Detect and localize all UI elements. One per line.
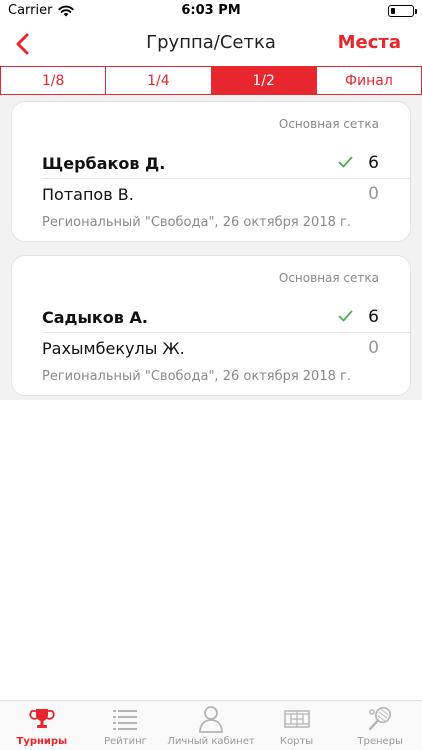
segment-final[interactable]: Финал (316, 67, 421, 94)
navigation-bar: Группа/Сетка Места (0, 22, 422, 66)
player-name: Щербаков Д. (42, 153, 166, 173)
tab-label: Тренеры (357, 736, 403, 747)
status-time: 6:03 PM (181, 3, 241, 18)
tab-coaches[interactable]: Тренеры (338, 701, 422, 750)
court-icon (283, 710, 310, 728)
winner-check-icon (338, 156, 353, 168)
segment-quarterfinal[interactable]: 1/4 (106, 67, 212, 94)
tab-personal-account[interactable]: Личный кабинет (167, 701, 255, 750)
player-score: 0 (368, 184, 379, 204)
places-button[interactable]: Места (338, 32, 401, 53)
tab-rating[interactable]: Рейтинг (84, 701, 168, 750)
status-bar: Carrier 6:03 PM (0, 0, 422, 22)
battery-level (391, 8, 395, 14)
tab-label: Корты (279, 736, 314, 747)
player-score: 6 (368, 153, 379, 173)
round-segmented-control: 1/8 1/4 1/2 Финал (0, 66, 422, 95)
matches-list: Основная сетка Щербаков Д. 6 Потапов В. … (0, 95, 422, 400)
tab-label: Турниры (16, 736, 68, 747)
player-name: Рахымбекулы Ж. (42, 338, 185, 358)
match-card[interactable]: Основная сетка Садыков А. 6 Рахымбекулы … (11, 255, 411, 396)
player-name: Потапов В. (42, 184, 134, 204)
tab-label: Личный кабинет (167, 736, 255, 747)
tab-tournaments[interactable]: Турниры (0, 701, 84, 750)
segment-semifinal[interactable]: 1/2 (211, 67, 317, 94)
bracket-type-label: Основная сетка (278, 117, 379, 131)
player-score: 6 (368, 307, 379, 327)
tab-courts[interactable]: Корты (255, 701, 339, 750)
player-row: Потапов В. 0 (42, 179, 379, 209)
list-icon (113, 710, 138, 730)
player-row: Садыков А. 6 (42, 302, 379, 332)
event-info: Региональный "Свобода", 26 октября 2018 … (42, 215, 351, 230)
person-icon (199, 706, 223, 733)
tennis-racket-icon (368, 706, 392, 731)
winner-check-icon (338, 310, 353, 322)
segment-round-of-16[interactable]: 1/8 (1, 67, 107, 94)
tab-bar: Турниры Рейтинг Личный кабинет Корты Тре… (0, 700, 422, 750)
tab-label: Рейтинг (104, 736, 147, 747)
player-score: 0 (368, 338, 379, 358)
event-info: Региональный "Свобода", 26 октября 2018 … (42, 369, 351, 384)
player-row: Щербаков Д. 6 (42, 148, 379, 178)
bracket-type-label: Основная сетка (278, 271, 379, 285)
match-card[interactable]: Основная сетка Щербаков Д. 6 Потапов В. … (11, 101, 411, 242)
player-row: Рахымбекулы Ж. 0 (42, 333, 379, 363)
battery-icon (388, 5, 417, 17)
player-name: Садыков А. (42, 307, 148, 327)
trophy-icon (29, 709, 55, 728)
